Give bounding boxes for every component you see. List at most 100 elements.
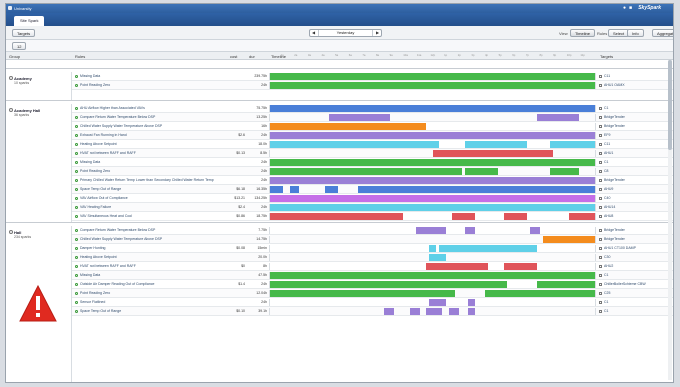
rule-name[interactable]: Point Reading Zero — [75, 83, 223, 87]
timeline-track[interactable] — [269, 168, 596, 175]
rule-name[interactable]: Outside Air Damper Reading Out of Compli… — [75, 282, 223, 286]
target-cell[interactable]: BridgeTender — [599, 178, 664, 182]
timeline-bar[interactable] — [465, 227, 475, 234]
timeline-bar[interactable] — [270, 272, 595, 279]
timeline-track[interactable] — [269, 290, 596, 297]
timeline-bar[interactable] — [536, 281, 595, 288]
group-cell[interactable]: Academy Hall 36 sparks — [6, 104, 72, 222]
rule-name[interactable]: Space Temp Out of Range — [75, 187, 223, 191]
target-cell[interactable]: C30 — [599, 255, 664, 259]
user-icon[interactable]: ■ — [628, 6, 633, 11]
timeline-bar[interactable] — [383, 308, 394, 315]
timeline-bar[interactable] — [536, 114, 579, 121]
timeline-bar[interactable] — [270, 105, 595, 112]
table-row[interactable]: Space Temp Out of Range $6.18 16.35h AHU… — [72, 185, 673, 194]
target-cell[interactable]: C1 — [599, 309, 664, 313]
target-cell[interactable]: AHU14 — [599, 205, 664, 209]
table-row[interactable]: HVAT not between RAFF and RAFF $0.13 8.5… — [72, 149, 673, 158]
filter-button[interactable]: 12 — [12, 42, 27, 50]
rule-name[interactable]: Missing Data — [75, 273, 223, 277]
target-cell[interactable]: C11 — [599, 142, 664, 146]
timeline-bar[interactable] — [448, 308, 459, 315]
timeline-track[interactable] — [269, 308, 596, 315]
timeline-bar[interactable] — [429, 245, 436, 252]
rule-name[interactable]: Damper Hunting — [75, 246, 223, 250]
timeline-bar[interactable] — [270, 73, 595, 80]
timeline-bar[interactable] — [465, 168, 498, 175]
timeline-track[interactable] — [269, 204, 596, 211]
timeline-bar[interactable] — [416, 227, 446, 234]
timeline-bar[interactable] — [325, 186, 339, 193]
rule-name[interactable]: Exhaust Fan Running in Hand — [75, 133, 223, 137]
timeline-bar[interactable] — [270, 159, 595, 166]
target-cell[interactable]: AHU1 CT100 DAMP — [599, 246, 664, 250]
table-row[interactable]: Damper Hunting $0.08 15min AHU1 CT100 DA… — [72, 244, 673, 253]
timeline-track[interactable] — [269, 236, 596, 243]
timeline-track[interactable] — [269, 159, 596, 166]
target-cell[interactable]: EF9 — [599, 133, 664, 137]
col-dur[interactable]: dur — [249, 54, 255, 59]
timeline-bar[interactable] — [426, 263, 488, 270]
timeline-track[interactable] — [269, 227, 596, 234]
timeline-bar[interactable] — [432, 150, 553, 157]
timeline-bar[interactable] — [426, 308, 443, 315]
timeline-bar[interactable] — [439, 245, 537, 252]
table-row[interactable]: Missing Data 239.75h C11 — [72, 72, 673, 81]
rule-name[interactable]: Space Temp Out of Range — [75, 309, 223, 313]
timeline-bar[interactable] — [504, 213, 527, 220]
timeline-bar[interactable] — [270, 132, 595, 139]
table-row[interactable]: Point Reading Zero 12.04h C25 — [72, 289, 673, 298]
col-group[interactable]: Group — [9, 54, 20, 59]
target-cell[interactable]: AHU8 — [599, 214, 664, 218]
table-row[interactable]: Missing Data 47.5h C1 — [72, 271, 673, 280]
timeline-bar[interactable] — [328, 114, 391, 121]
timeline-bar[interactable] — [270, 281, 508, 288]
table-row[interactable]: Sensor Flatlined 24h C1 — [72, 298, 673, 307]
targets-button[interactable]: Targets — [12, 29, 36, 37]
rule-name[interactable]: Point Reading Zero — [75, 169, 223, 173]
timeline-track[interactable] — [269, 114, 596, 121]
table-row[interactable]: Point Reading Zero 24h AHU1 OAMX — [72, 81, 673, 90]
timeline-track[interactable] — [269, 177, 596, 184]
timeline-bar[interactable] — [543, 236, 595, 243]
rule-name[interactable]: VAV Airflow Out of Compliance — [75, 196, 223, 200]
timeline-bar[interactable] — [468, 308, 475, 315]
next-date-icon[interactable]: ▶ — [374, 30, 381, 36]
timeline-bar[interactable] — [270, 204, 595, 211]
vertical-scrollbar[interactable] — [668, 60, 672, 380]
timeline-bar[interactable] — [549, 141, 595, 148]
timeline-track[interactable] — [269, 141, 596, 148]
timeline-button[interactable]: Timeline — [570, 29, 595, 37]
rule-name[interactable]: Compare Return Water Temperature Below D… — [75, 228, 223, 232]
rule-name[interactable]: Heating Above Setpoint — [75, 142, 223, 146]
timeline-track[interactable] — [269, 123, 596, 130]
rule-name[interactable]: HVAT not between RAFF and RAFF — [75, 151, 223, 155]
target-cell[interactable]: C1 — [599, 273, 664, 277]
timeline-track[interactable] — [269, 245, 596, 252]
rule-name[interactable]: Chilled Water Supply Water Temperature A… — [75, 124, 223, 128]
table-row[interactable]: Exhaust Fan Running in Hand $2.6 24h EF9 — [72, 131, 673, 140]
timeline-bar[interactable] — [549, 168, 579, 175]
rule-name[interactable]: Sensor Flatlined — [75, 300, 223, 304]
col-cost[interactable]: cost — [230, 54, 237, 59]
target-cell[interactable]: BridgeTender — [599, 124, 664, 128]
rule-name[interactable]: Primary Chilled Water Return Temp Lower … — [75, 178, 223, 182]
timeline-bar[interactable] — [270, 168, 462, 175]
timeline-bar[interactable] — [270, 123, 426, 130]
timeline-bar[interactable] — [429, 254, 446, 261]
info-button[interactable]: Info — [627, 29, 644, 37]
timeline-track[interactable] — [269, 186, 596, 193]
col-targets[interactable]: Targets — [600, 54, 613, 59]
prev-date-icon[interactable]: ◀ — [310, 30, 317, 36]
table-row[interactable]: VAV Simultaneous Heat and Cool $0.86 18.… — [72, 212, 673, 221]
target-cell[interactable]: AHU1 — [599, 151, 664, 155]
target-cell[interactable]: BridgeTender — [599, 237, 664, 241]
tab-site-spark[interactable]: Site Spark — [14, 16, 45, 26]
timeline-bar[interactable] — [465, 141, 527, 148]
timeline-bar[interactable] — [468, 299, 475, 306]
timeline-bar[interactable] — [270, 177, 595, 184]
timeline-bar[interactable] — [270, 213, 404, 220]
rule-name[interactable]: Chilled Water Supply Water Temperature A… — [75, 237, 223, 241]
table-row[interactable]: VAV Airflow Out of Compliance $13.21 134… — [72, 194, 673, 203]
scrollbar-thumb[interactable] — [668, 60, 672, 150]
